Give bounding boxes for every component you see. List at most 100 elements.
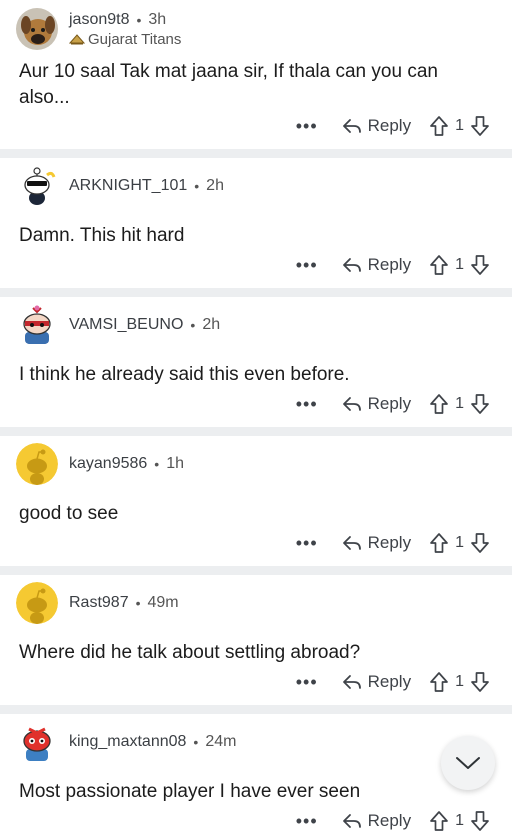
reply-label: Reply — [367, 394, 412, 413]
username[interactable]: jason9t8 — [69, 11, 130, 29]
avatar[interactable] — [16, 8, 58, 50]
vote-controls: 1 — [429, 532, 490, 554]
more-options-button[interactable]: ••• — [296, 534, 318, 552]
reply-button[interactable]: Reply — [342, 811, 411, 831]
reply-arrow-icon — [342, 119, 361, 133]
username[interactable]: kayan9586 — [69, 455, 147, 473]
username[interactable]: VAMSI_BEUNO — [69, 316, 183, 334]
reply-arrow-icon — [342, 258, 361, 272]
upvote-arrow-icon[interactable] — [429, 115, 449, 137]
comment-meta: king_maxtann08 • 24m — [69, 733, 236, 751]
reply-arrow-icon — [342, 397, 361, 411]
avatar[interactable] — [16, 721, 58, 763]
more-options-button[interactable]: ••• — [296, 117, 318, 135]
reply-arrow-icon — [342, 814, 361, 828]
snoo-default-avatar-icon — [16, 443, 58, 485]
comment-header: ARKNIGHT_101 • 2h — [16, 165, 224, 207]
meta-separator: • — [136, 11, 142, 28]
comment-meta: VAMSI_BEUNO • 2h — [69, 316, 220, 334]
upvote-arrow-icon[interactable] — [429, 671, 449, 693]
comment-actions: ••• Reply 1 — [296, 113, 490, 139]
reply-label: Reply — [367, 255, 412, 274]
avatar[interactable] — [16, 582, 58, 624]
timestamp: 24m — [205, 733, 237, 750]
vote-count: 1 — [455, 673, 464, 690]
reply-label: Reply — [367, 672, 412, 691]
scroll-next-comment-button[interactable] — [441, 736, 495, 790]
upvote-arrow-icon[interactable] — [429, 254, 449, 276]
more-options-button[interactable]: ••• — [296, 673, 318, 691]
team-flair-icon — [69, 34, 85, 45]
downvote-arrow-icon[interactable] — [470, 810, 490, 832]
downvote-arrow-icon[interactable] — [470, 115, 490, 137]
reply-label: Reply — [367, 533, 412, 552]
snoo-red-mask-avatar-icon — [16, 721, 58, 763]
comment-6: king_maxtann08 • 24m Most passionate pla… — [0, 714, 512, 840]
username[interactable]: Rast987 — [69, 594, 129, 612]
snoo-costume-avatar-icon — [16, 304, 58, 346]
more-options-button[interactable]: ••• — [296, 395, 318, 413]
avatar[interactable] — [16, 165, 58, 207]
upvote-arrow-icon[interactable] — [429, 810, 449, 832]
reply-button[interactable]: Reply — [342, 533, 411, 553]
timestamp: 49m — [147, 594, 179, 611]
comment-text: good to see — [19, 503, 119, 524]
comment-divider — [0, 566, 512, 575]
upvote-arrow-icon[interactable] — [429, 532, 449, 554]
reply-arrow-icon — [342, 675, 361, 689]
comment-divider — [0, 149, 512, 158]
comment-meta: jason9t8 • 3h Gujarat Titans — [69, 11, 181, 48]
comment-meta: kayan9586 • 1h — [69, 455, 184, 473]
reply-button[interactable]: Reply — [342, 394, 411, 414]
snoo-default-avatar-icon — [16, 582, 58, 624]
meta-separator: • — [154, 456, 160, 472]
comment-header: VAMSI_BEUNO • 2h — [16, 304, 220, 346]
downvote-arrow-icon[interactable] — [470, 254, 490, 276]
comment-text: Damn. This hit hard — [19, 225, 185, 246]
vote-controls: 1 — [429, 671, 490, 693]
timestamp: 1h — [166, 455, 184, 472]
vote-controls: 1 — [429, 393, 490, 415]
upvote-arrow-icon[interactable] — [429, 393, 449, 415]
comment-text: Aur 10 saal Tak mat jaana sir, If thala … — [19, 61, 438, 108]
meta-separator: • — [190, 317, 196, 333]
dog-avatar-icon — [16, 8, 58, 50]
downvote-arrow-icon[interactable] — [470, 671, 490, 693]
more-options-button[interactable]: ••• — [296, 812, 318, 830]
meta-separator: • — [193, 734, 199, 750]
comment-divider — [0, 705, 512, 714]
comment-actions: ••• Reply 1 — [296, 252, 490, 278]
downvote-arrow-icon[interactable] — [470, 393, 490, 415]
username[interactable]: king_maxtann08 — [69, 733, 186, 751]
timestamp: 2h — [202, 316, 221, 333]
user-flair: Gujarat Titans — [69, 31, 181, 48]
comment-header: jason9t8 • 3h Gujarat Titans — [16, 8, 181, 50]
vote-count: 1 — [455, 534, 464, 551]
comment-meta: ARKNIGHT_101 • 2h — [69, 177, 224, 195]
vote-controls: 1 — [429, 115, 490, 137]
meta-separator: • — [135, 595, 141, 611]
flair-label: Gujarat Titans — [88, 30, 182, 48]
comment-actions: ••• Reply 1 — [296, 808, 490, 834]
reply-button[interactable]: Reply — [342, 672, 411, 692]
comment-actions: ••• Reply 1 — [296, 530, 490, 556]
comment-2: ARKNIGHT_101 • 2h Damn. This hit hard ••… — [0, 158, 512, 288]
comment-divider — [0, 288, 512, 297]
vote-count: 1 — [455, 256, 464, 273]
comment-actions: ••• Reply 1 — [296, 391, 490, 417]
reply-button[interactable]: Reply — [342, 116, 411, 136]
chevron-down-icon — [456, 757, 480, 769]
comment-text: Where did he talk about settling abroad? — [19, 642, 361, 663]
more-options-button[interactable]: ••• — [296, 256, 318, 274]
username[interactable]: ARKNIGHT_101 — [69, 177, 187, 195]
snoo-sunglasses-avatar-icon — [16, 165, 58, 207]
avatar[interactable] — [16, 304, 58, 346]
vote-count: 1 — [455, 812, 464, 829]
downvote-arrow-icon[interactable] — [470, 532, 490, 554]
comment-text: I think he already said this even before… — [19, 364, 350, 385]
comment-header: kayan9586 • 1h — [16, 443, 184, 485]
avatar[interactable] — [16, 443, 58, 485]
meta-separator: • — [194, 178, 200, 194]
vote-controls: 1 — [429, 810, 490, 832]
reply-button[interactable]: Reply — [342, 255, 411, 275]
